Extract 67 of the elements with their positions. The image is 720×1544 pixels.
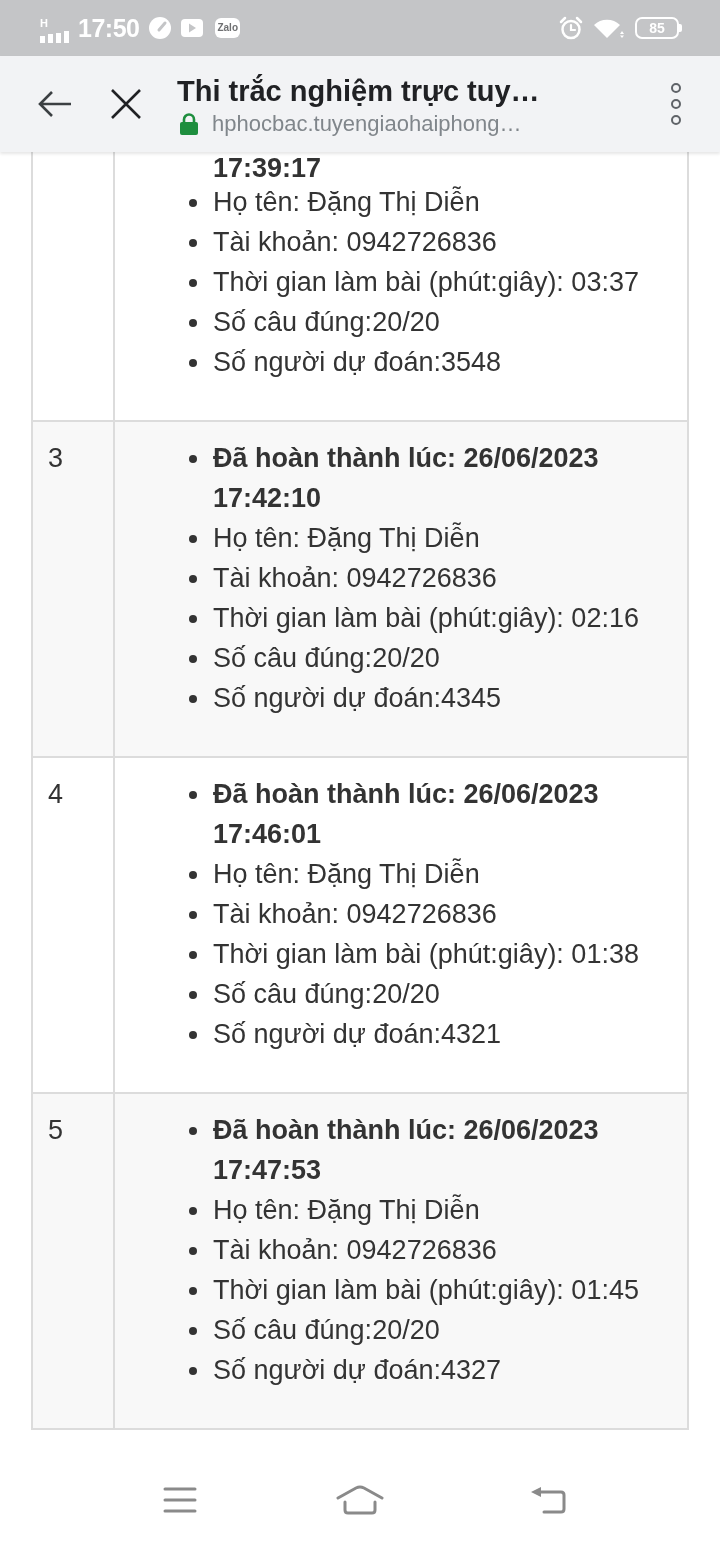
wifi-icon [593,17,625,39]
result-detail: Họ tên: Đặng Thị Diễn [213,1193,480,1227]
result-detail: Họ tên: Đặng Thị Diễn [213,521,480,555]
alarm-icon [559,16,583,40]
lock-icon [180,113,198,135]
page-url[interactable]: hphocbac.tuyengiaohaiphong… [212,110,522,138]
bullet-icon [189,911,197,919]
result-detail: Thời gian làm bài (phút:giây): 03:37 [213,266,639,299]
bullet-icon [189,1031,197,1039]
bullet-icon [189,1367,197,1375]
more-options-icon[interactable] [670,82,682,126]
completion-time: 17:39:17 [213,154,322,182]
app-logo: Zalo [215,18,240,38]
result-detail: Số câu đúng:20/20 [213,642,440,675]
completion-time: Đã hoàn thành lúc: 26/06/2023 17:42:10 [213,442,600,515]
play-icon [181,19,204,37]
home-icon[interactable] [336,1485,384,1515]
gauge-icon [149,17,172,39]
result-detail: Thời gian làm bài (phút:giây): 01:45 [213,1274,639,1307]
result-detail: Tài khoản: 0942726836 [213,898,497,931]
page-title: Thi trắc nghiệm trực tuy… [177,74,541,108]
network-type: H [40,17,48,29]
completion-time: Đã hoàn thành lúc: 26/06/2023 17:47:53 [213,1114,600,1187]
result-detail: Số người dự đoán:4327 [213,1354,502,1387]
bullet-icon [189,239,197,247]
status-time: 17:50 [78,13,140,43]
completion-time: Đã hoàn thành lúc: 26/06/2023 17:46:01 [213,778,600,851]
result-detail: Số câu đúng:20/20 [213,1314,440,1347]
bullet-icon [189,199,197,207]
signal-icon [40,30,70,43]
result-detail: Số người dự đoán:4345 [213,682,502,715]
result-detail: Số người dự đoán:3548 [213,346,502,379]
bullet-icon [189,1127,197,1135]
bullet-icon [189,791,197,799]
bullet-icon [189,279,197,287]
bullet-icon [189,695,197,703]
bullet-icon [189,871,197,879]
row-number: 3 [48,443,64,473]
result-detail: Tài khoản: 0942726836 [213,226,497,259]
result-detail: Họ tên: Đặng Thị Diễn [213,857,480,891]
bullet-icon [189,1247,197,1255]
row-number: 5 [48,1115,64,1145]
bullet-icon [189,991,197,999]
bullet-icon [189,455,197,463]
bullet-icon [189,615,197,623]
result-detail: Thời gian làm bài (phút:giây): 02:16 [213,602,639,635]
result-detail: Số người dự đoán:4321 [213,1018,502,1051]
back-icon[interactable] [38,90,72,118]
bullet-icon [189,319,197,327]
result-detail: Tài khoản: 0942726836 [213,1234,497,1267]
result-detail: Họ tên: Đặng Thị Diễn [213,185,480,219]
result-detail: Thời gian làm bài (phút:giây): 01:38 [213,938,639,971]
bullet-icon [189,359,197,367]
bullet-icon [189,655,197,663]
battery-icon: 85 [635,17,682,39]
bullet-icon [189,951,197,959]
row-number: 4 [48,779,64,809]
bullet-icon [189,1287,197,1295]
bullet-icon [189,575,197,583]
result-detail: Tài khoản: 0942726836 [213,562,497,595]
close-icon[interactable] [110,88,142,120]
bullet-icon [189,1327,197,1335]
bullet-icon [189,535,197,543]
result-detail: Số câu đúng:20/20 [213,978,440,1011]
menu-icon[interactable] [163,1487,197,1513]
result-detail: Số câu đúng:20/20 [213,306,440,339]
bullet-icon [189,1207,197,1215]
